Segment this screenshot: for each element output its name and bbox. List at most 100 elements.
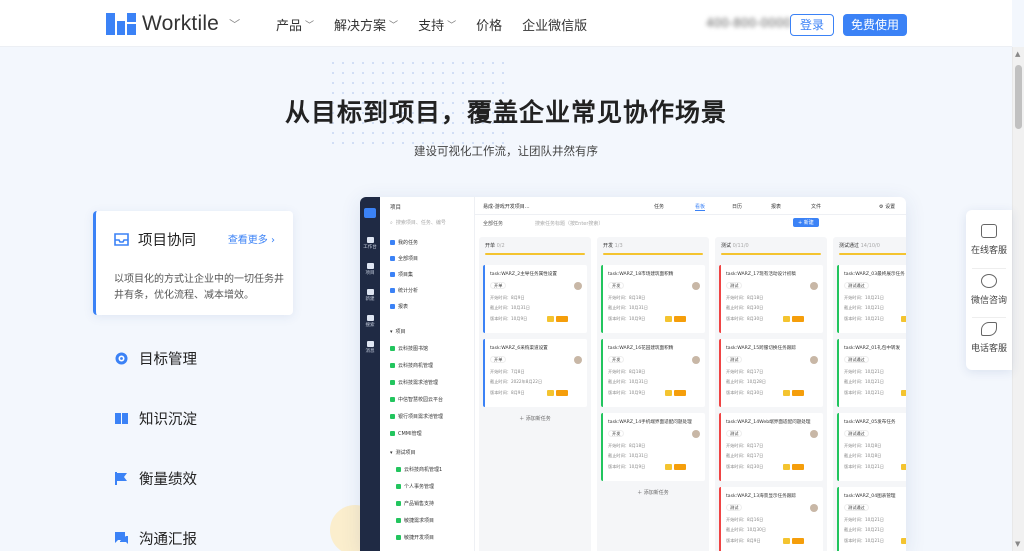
tree-project[interactable]: 云科技商机管理1 [396, 466, 442, 473]
tree-project[interactable]: 云科技需求池管理 [390, 379, 438, 386]
nav-solutions[interactable]: 解决方案 ﹀ [334, 15, 398, 34]
status-badge[interactable]: 测试 [726, 282, 743, 289]
tree-group[interactable]: ▾ 测试项目 [390, 449, 416, 457]
rail-messages[interactable]: 消息 [363, 341, 377, 354]
add-task-button[interactable]: ＋ 添加新任务 [601, 487, 705, 499]
phone-service-button[interactable]: 电话客服 [966, 322, 1012, 354]
phone-number[interactable]: 400-800-0000 [706, 16, 791, 30]
status-badge[interactable]: 测试 [726, 504, 743, 511]
column-header: 测试 0/11/0 [721, 243, 749, 249]
task-card[interactable]: task:WARZ_01礼包中转发 测试通过 开始时间：10月21日 截止时间：10月… [837, 339, 906, 407]
task-card[interactable]: task:WARZ_05发布任务 测试通过 开始时间：10月8日 截止时间：10月8日… [837, 413, 906, 481]
card-tags [665, 316, 686, 322]
tree-title: 项目 [390, 205, 402, 211]
tree-link[interactable]: 统计分析 [390, 287, 418, 294]
tree-project[interactable]: 个人事务管理 [396, 483, 434, 490]
nav-support[interactable]: 支持 ﹀ [418, 15, 456, 34]
task-card[interactable]: task:WARZ_15跨服切换任务跟踪 测试 开始时间：8月17日 截止时间：10月… [719, 339, 823, 407]
task-title: task:WARZ_2主导任务属性设置 [490, 272, 557, 277]
board-toolbar: 全部任务 搜索任务标题（按Enter搜索） + 新建 [475, 215, 906, 231]
settings-button[interactable]: ⚙ 设置 [879, 203, 895, 210]
feature-performance[interactable]: 衡量绩效 [114, 468, 197, 489]
online-service-button[interactable]: 在线客服 [966, 224, 1012, 256]
tab-calendar[interactable]: 日历 [732, 203, 742, 210]
status-badge[interactable]: 开发 [608, 356, 625, 363]
tree-project[interactable]: 产品销售支持 [396, 500, 434, 507]
rail-workbench[interactable]: 工作台 [363, 237, 377, 250]
tree-project[interactable]: 银行项目需求池管理 [390, 413, 443, 420]
tree-project[interactable]: CMMI管理 [390, 430, 422, 437]
page-scrollbar[interactable]: ▲ ▼ [1012, 47, 1024, 551]
tree-project[interactable]: 敏捷开发项目 [396, 534, 434, 541]
task-card[interactable]: task:WARZ_04图表管理 测试通过 开始时间：10月21日 截止时间：10月2… [837, 487, 906, 551]
scrollbar-thumb[interactable] [1015, 65, 1022, 129]
tab-files[interactable]: 文件 [811, 203, 821, 210]
tree-link[interactable]: 全部项目 [390, 255, 418, 262]
task-card[interactable]: task:WARZ_14Web端界面适配问题处理 测试 开始时间：8月17日 截止时间… [719, 413, 823, 481]
task-filter[interactable]: 全部任务 [483, 220, 503, 227]
main-nav: 产品 ﹀ 解决方案 ﹀ 支持 ﹀ 价格 企业微信版 [276, 15, 587, 34]
tree-link[interactable]: 项目集 [390, 271, 413, 278]
project-tree: 项目 ⌕ 搜索项目、任务、编号 我的任务 全部项目 项目集 统计分析 报表 ▾ 项… [380, 197, 475, 551]
tree-link[interactable]: 报表 [390, 303, 408, 310]
nav-pricing[interactable]: 价格 [476, 15, 502, 34]
tree-project[interactable]: 中信智慧校园云平台 [390, 396, 443, 403]
login-button[interactable]: 登录 [790, 14, 834, 36]
search-icon: ⌕ [390, 219, 393, 226]
chevron-right-icon: › [271, 235, 275, 246]
status-badge[interactable]: 开发 [608, 282, 625, 289]
tree-search[interactable]: ⌕ 搜索项目、任务、编号 [390, 219, 446, 227]
add-task-button[interactable]: ＋ 添加新任务 [483, 413, 587, 425]
task-card[interactable]: task:WARZ_14手机端界面适配问题处理 开发 开始时间：8月18日 截止时间：… [601, 413, 705, 481]
status-badge[interactable]: 测试 [726, 430, 743, 437]
task-title: task:WARZ_03最终展示任务 [844, 272, 905, 277]
tree-link[interactable]: 我的任务 [390, 239, 418, 246]
wechat-icon [981, 274, 997, 288]
feature-goal-mgmt[interactable]: 目标管理 [114, 348, 197, 369]
project-name[interactable]: 易成-游戏开发项目... [483, 203, 530, 210]
kanban-board: 易成-游戏开发项目... 任务 看板 日历 报表 文件 ⚙ 设置 全部任务 搜索… [475, 197, 906, 551]
tree-section[interactable]: ▾ 项目 [390, 328, 406, 336]
status-badge[interactable]: 测试通过 [844, 430, 869, 437]
chevron-down-icon: ﹀ [305, 21, 315, 31]
task-card[interactable]: task:WARZ_16花园建筑面积精 开发 开始时间：8月18日 截止时间：10月3… [601, 339, 705, 407]
message-icon [366, 341, 374, 347]
wechat-consult-button[interactable]: 微信咨询 [966, 274, 1012, 306]
task-card[interactable]: task:WARZ_2主导任务属性设置 开单 开始时间：8月9日 截止时间：10月31… [483, 265, 587, 333]
see-more-link[interactable]: 查看更多 › [228, 231, 275, 246]
task-card[interactable]: task:WARZ_03最终展示任务 测试通过 开始时间：10月21日 截止时间：10… [837, 265, 906, 333]
tree-project[interactable]: 云科技商机管理 [390, 362, 433, 369]
status-badge[interactable]: 开发 [608, 430, 625, 437]
status-badge[interactable]: 测试 [726, 356, 743, 363]
rail-search[interactable]: 搜索 [363, 315, 377, 328]
task-card[interactable]: task:WARZ_6采购渠道设置 开单 开始时间：7月8日 截止时间：2022年8月… [483, 339, 587, 407]
task-title: task:WARZ_05发布任务 [844, 420, 896, 425]
brand-logo[interactable]: Worktile ﹀ [106, 12, 240, 36]
task-card[interactable]: task:WARZ_13海景显示任务跟踪 测试 开始时间：8月16日 截止时间：10月… [719, 487, 823, 551]
task-search-input[interactable]: 搜索任务标题（按Enter搜索） [535, 220, 603, 227]
status-badge[interactable]: 测试通过 [844, 504, 869, 511]
tab-task[interactable]: 任务 [654, 203, 664, 210]
tab-report[interactable]: 报表 [771, 203, 781, 210]
nav-product[interactable]: 产品 ﹀ [276, 15, 314, 34]
feature-reporting[interactable]: 沟通汇报 [114, 528, 197, 549]
feature-project-collab[interactable]: 项目协同 查看更多 › 以项目化的方式让企业中的一切任务井井有条，优化流程、减本… [93, 211, 293, 315]
task-card[interactable]: task:WARZ_17现有活动设计初稿 测试 开始时间：8月18日 截止时间：8月3… [719, 265, 823, 333]
status-badge[interactable]: 开单 [490, 356, 507, 363]
task-card[interactable]: task:WARZ_18市场建筑面积精 开发 开始时间：8月18日 截止时间：10月3… [601, 265, 705, 333]
status-badge[interactable]: 开单 [490, 282, 507, 289]
rail-new[interactable]: 新建 [363, 289, 377, 302]
rail-project[interactable]: 项目 [363, 263, 377, 276]
tree-project[interactable]: 敏捷需求项目 [396, 517, 434, 524]
inbox-icon [114, 232, 129, 247]
nav-wecom[interactable]: 企业微信版 [522, 15, 587, 34]
status-badge[interactable]: 测试通过 [844, 282, 869, 289]
tree-project[interactable]: 云科技图书馆 [390, 345, 428, 352]
status-badge[interactable]: 测试通过 [844, 356, 869, 363]
chevron-down-icon[interactable]: ﹀ [229, 16, 240, 32]
feature-knowledge[interactable]: 知识沉淀 [114, 408, 197, 429]
column-header: 测试通过 14/10/0 [839, 243, 880, 249]
free-trial-button[interactable]: 免费使用 [843, 14, 907, 36]
tab-board[interactable]: 看板 [695, 203, 706, 211]
new-task-button[interactable]: + 新建 [793, 218, 819, 227]
